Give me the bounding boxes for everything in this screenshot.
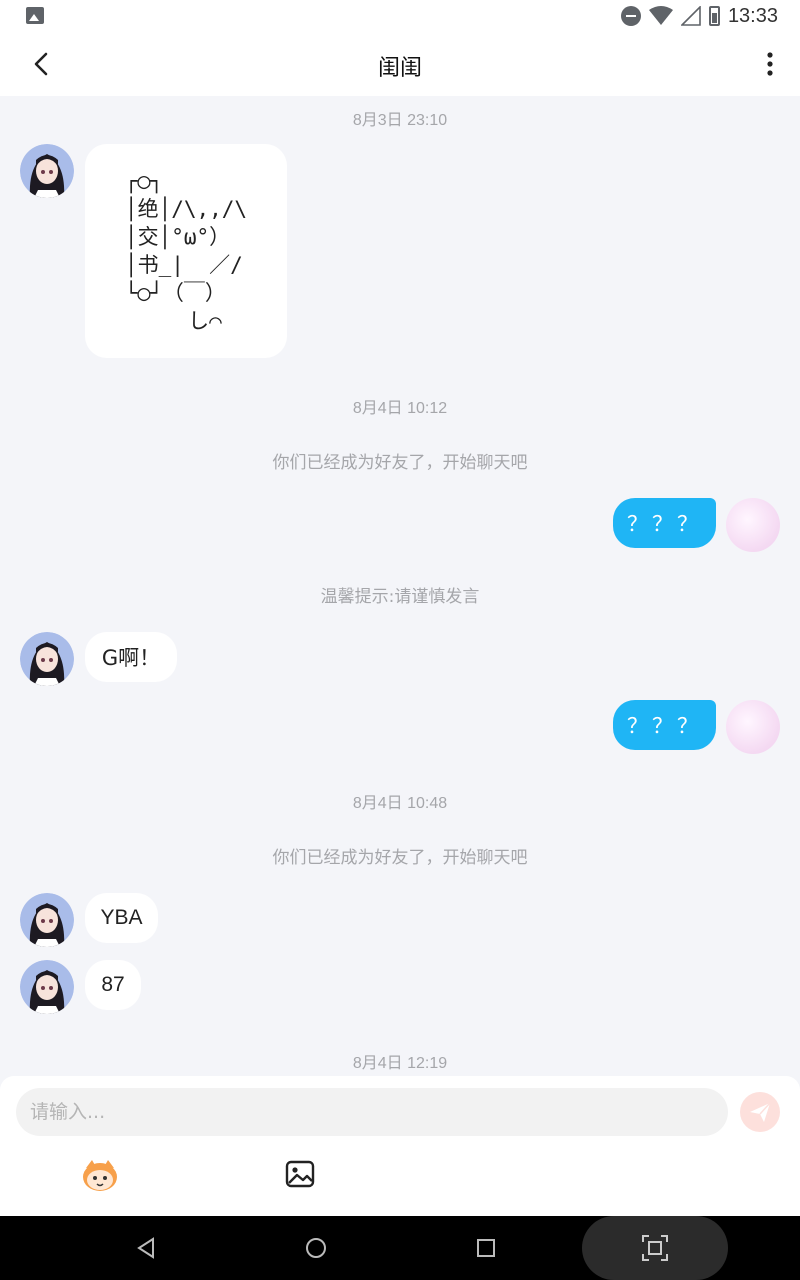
- message-text: YBA: [100, 906, 143, 929]
- status-bar: 13:33: [0, 0, 800, 32]
- message-text: ？？？: [627, 512, 702, 536]
- message-input[interactable]: [16, 1088, 728, 1136]
- message-timestamp: 8月3日 23:10: [352, 112, 448, 129]
- message-bubble-incoming[interactable]: G啊！: [85, 632, 177, 682]
- nav-home-icon[interactable]: [300, 1232, 332, 1264]
- message-bubble-incoming[interactable]: ┌◯┐ │绝│/\,,/\ │交│°ω°） │书_| ／/ └◯┘（￣） し⌒: [85, 144, 287, 358]
- chat-header: 闺闺: [0, 32, 800, 96]
- status-icons: 13:33: [620, 4, 778, 28]
- message-timestamp: 8月4日 10:12: [352, 400, 448, 417]
- message-timestamp: 8月4日 10:48: [352, 795, 448, 812]
- message-bubble-incoming[interactable]: YBA: [85, 893, 158, 943]
- emoji-button[interactable]: [80, 1158, 120, 1192]
- screenshot-icon: [642, 1235, 668, 1261]
- more-vert-icon[interactable]: [758, 46, 782, 82]
- emoji-face-icon: [83, 1160, 117, 1191]
- my-avatar[interactable]: [726, 498, 780, 552]
- message-bubble-incoming[interactable]: 87: [85, 960, 141, 1010]
- message-text: G啊！: [101, 646, 161, 670]
- screenshot-button[interactable]: [582, 1216, 728, 1280]
- system-message: 温馨提示:请谨慎发言: [320, 587, 480, 607]
- message-text: ？？？: [627, 714, 702, 738]
- friend-avatar[interactable]: [20, 144, 74, 198]
- wifi-icon: [648, 6, 673, 25]
- nav-back-icon[interactable]: [130, 1232, 162, 1264]
- clock: 13:33: [727, 4, 778, 27]
- battery-icon: [708, 6, 720, 26]
- do-not-disturb-icon: [620, 6, 641, 26]
- nav-recents-icon[interactable]: [470, 1232, 502, 1264]
- message-composer: [0, 1076, 800, 1216]
- message-text: 87: [101, 973, 125, 996]
- gallery-notification-icon: [26, 7, 44, 24]
- signal-icon: [680, 6, 701, 26]
- message-text: ┌◯┐ │绝│/\,,/\ │交│°ω°） │书_| ／/ └◯┘（￣） し⌒: [124, 169, 248, 333]
- friend-avatar[interactable]: [20, 632, 74, 686]
- friend-avatar[interactable]: [20, 960, 74, 1014]
- friend-avatar[interactable]: [20, 893, 74, 947]
- image-button[interactable]: [284, 1158, 316, 1190]
- image-icon: [285, 1160, 315, 1188]
- system-message: 你们已经成为好友了，开始聊天吧: [272, 848, 528, 868]
- my-avatar[interactable]: [726, 700, 780, 754]
- send-icon: [750, 1102, 771, 1122]
- message-bubble-outgoing[interactable]: ？？？: [613, 498, 716, 548]
- system-message: 你们已经成为好友了，开始聊天吧: [272, 453, 528, 473]
- system-nav-bar: [0, 1216, 800, 1280]
- message-timestamp: 8月4日 12:19: [352, 1055, 448, 1072]
- chat-messages[interactable]: 8月3日 23:10 ┌◯┐ │绝│/\,,/\ │交│°ω°） │书_| ／/…: [0, 96, 800, 1076]
- message-bubble-outgoing[interactable]: ？？？: [613, 700, 716, 750]
- send-button[interactable]: [740, 1092, 780, 1132]
- chat-title: 闺闺: [377, 56, 422, 81]
